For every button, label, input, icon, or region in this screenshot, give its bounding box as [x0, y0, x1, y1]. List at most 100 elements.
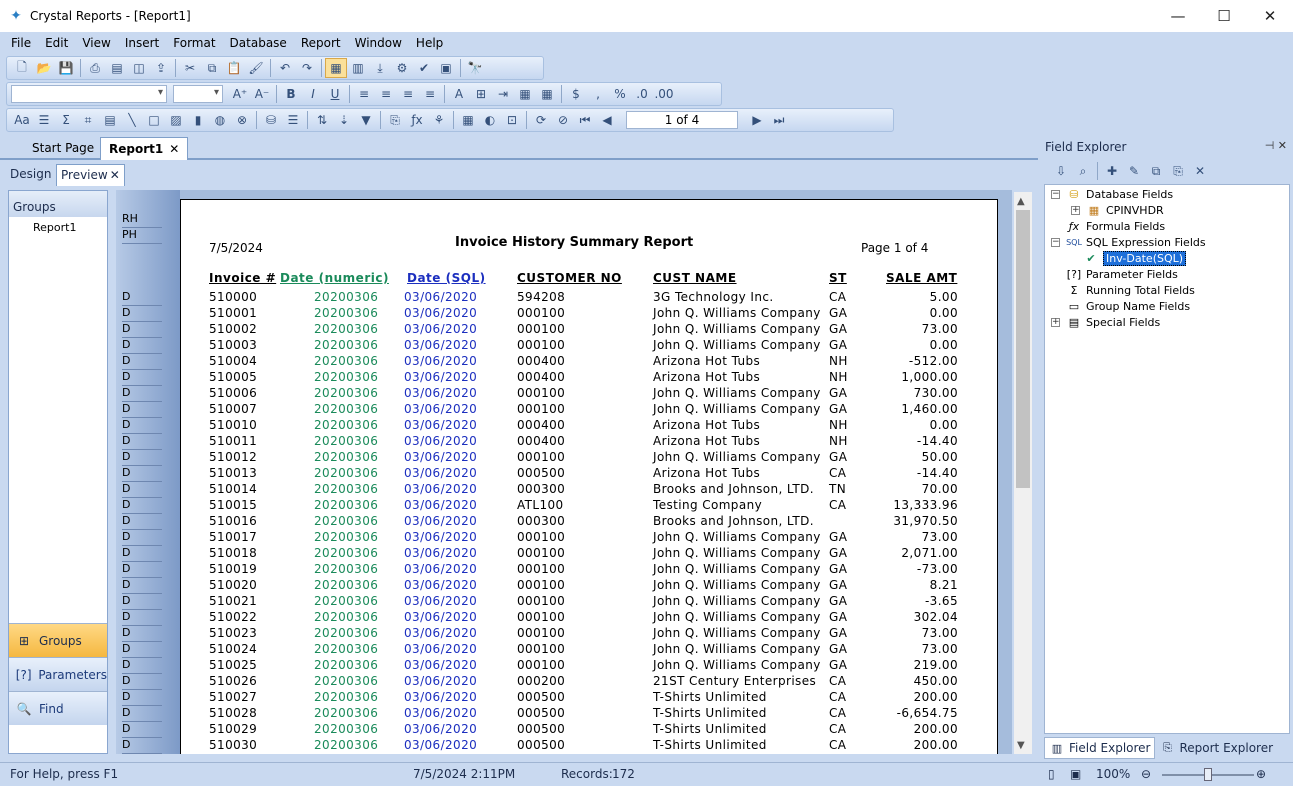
section-detail[interactable]: D: [122, 466, 162, 482]
invoice-cell[interactable]: 510020: [209, 578, 257, 592]
customer-no-cell[interactable]: 000500: [517, 722, 565, 736]
cust-name-cell[interactable]: John Q. Williams Company: [653, 562, 821, 576]
cust-name-cell[interactable]: 21ST Century Enterprises: [653, 674, 816, 688]
sale-amt-cell[interactable]: 302.04: [914, 610, 958, 624]
section-detail[interactable]: D: [122, 674, 162, 690]
sale-amt-cell[interactable]: 50.00: [922, 450, 958, 464]
parameters-button[interactable]: [?] Parameters: [9, 657, 107, 691]
copy-icon[interactable]: ⧉: [201, 58, 223, 78]
customer-no-cell[interactable]: 000500: [517, 706, 565, 720]
section-detail[interactable]: D: [122, 482, 162, 498]
state-cell[interactable]: NH: [829, 354, 848, 368]
date-numeric-cell[interactable]: 20200306: [314, 626, 378, 640]
date-sql-cell[interactable]: 03/06/2020: [404, 626, 477, 640]
sale-amt-cell[interactable]: 450.00: [914, 674, 958, 688]
menu-report[interactable]: Report: [294, 36, 348, 50]
invoice-cell[interactable]: 510011: [209, 434, 257, 448]
customer-no-cell[interactable]: 000100: [517, 546, 565, 560]
close-button[interactable]: ✕: [1247, 0, 1293, 32]
report-page-number[interactable]: Page 1 of 4: [861, 241, 928, 255]
state-cell[interactable]: CA: [829, 722, 846, 736]
date-numeric-cell[interactable]: 20200306: [314, 562, 378, 576]
date-sql-cell[interactable]: 03/06/2020: [404, 514, 477, 528]
sale-amt-cell[interactable]: 1,460.00: [901, 402, 958, 416]
date-numeric-cell[interactable]: 20200306: [314, 578, 378, 592]
invoice-cell[interactable]: 510010: [209, 418, 257, 432]
section-detail[interactable]: D: [122, 290, 162, 306]
invoice-cell[interactable]: 510005: [209, 370, 257, 384]
increase-font-icon[interactable]: A⁺: [229, 84, 251, 104]
sale-amt-cell[interactable]: -6,654.75: [897, 706, 958, 720]
cust-name-cell[interactable]: Arizona Hot Tubs: [653, 466, 760, 480]
cust-name-cell[interactable]: T-Shirts Unlimited: [653, 706, 767, 720]
customer-no-cell[interactable]: 000100: [517, 658, 565, 672]
sale-amt-cell[interactable]: -3.65: [925, 594, 958, 608]
align-right-icon[interactable]: ≡: [397, 84, 419, 104]
date-numeric-cell[interactable]: 20200306: [314, 642, 378, 656]
date-numeric-cell[interactable]: 20200306: [314, 514, 378, 528]
section-detail[interactable]: D: [122, 514, 162, 530]
state-cell[interactable]: CA: [829, 738, 846, 752]
customer-no-cell[interactable]: 000100: [517, 562, 565, 576]
tab-report-explorer[interactable]: ⎘ Report Explorer: [1155, 737, 1277, 759]
last-page-icon[interactable]: ⏭: [768, 110, 790, 130]
tab-field-explorer[interactable]: ▥ Field Explorer: [1044, 737, 1156, 759]
date-sql-cell[interactable]: 03/06/2020: [404, 306, 477, 320]
date-numeric-cell[interactable]: 20200306: [314, 466, 378, 480]
state-cell[interactable]: GA: [829, 562, 847, 576]
customer-no-cell[interactable]: 000400: [517, 370, 565, 384]
cust-name-cell[interactable]: Arizona Hot Tubs: [653, 434, 760, 448]
tree-node-inv-date-sql[interactable]: ✔ Inv-Date(SQL): [1083, 250, 1187, 266]
state-cell[interactable]: GA: [829, 642, 847, 656]
customer-no-cell[interactable]: 000100: [517, 306, 565, 320]
date-numeric-cell[interactable]: 20200306: [314, 418, 378, 432]
date-numeric-cell[interactable]: 20200306: [314, 594, 378, 608]
cust-name-cell[interactable]: Arizona Hot Tubs: [653, 418, 760, 432]
section-detail[interactable]: D: [122, 338, 162, 354]
database-expert-icon[interactable]: ⛁: [260, 110, 282, 130]
column-header-invoice[interactable]: Invoice #: [209, 271, 276, 285]
underline-icon[interactable]: U: [324, 84, 346, 104]
tree-node-database-fields[interactable]: − ⛁ Database Fields: [1051, 186, 1173, 202]
state-cell[interactable]: CA: [829, 290, 846, 304]
open-icon[interactable]: 📂: [33, 58, 55, 78]
section-detail[interactable]: D: [122, 562, 162, 578]
cust-name-cell[interactable]: Testing Company: [653, 498, 762, 512]
invoice-cell[interactable]: 510024: [209, 642, 257, 656]
sale-amt-cell[interactable]: 0.00: [930, 418, 958, 432]
sale-amt-cell[interactable]: 73.00: [922, 322, 958, 336]
cust-name-cell[interactable]: Brooks and Johnson, LTD.: [653, 482, 814, 496]
cut-icon[interactable]: ✂: [179, 58, 201, 78]
state-cell[interactable]: GA: [829, 546, 847, 560]
customer-no-cell[interactable]: 000100: [517, 578, 565, 592]
date-sql-cell[interactable]: 03/06/2020: [404, 370, 477, 384]
column-header-st[interactable]: ST: [829, 271, 847, 285]
date-numeric-cell[interactable]: 20200306: [314, 402, 378, 416]
state-cell[interactable]: GA: [829, 450, 847, 464]
state-cell[interactable]: GA: [829, 626, 847, 640]
sale-amt-cell[interactable]: 2,071.00: [901, 546, 958, 560]
decrease-font-icon[interactable]: A⁻: [251, 84, 273, 104]
date-numeric-cell[interactable]: 20200306: [314, 658, 378, 672]
cust-name-cell[interactable]: John Q. Williams Company: [653, 530, 821, 544]
state-cell[interactable]: GA: [829, 578, 847, 592]
font-name-combo[interactable]: [11, 85, 167, 103]
sale-amt-cell[interactable]: -512.00: [909, 354, 958, 368]
customer-no-cell[interactable]: 000400: [517, 418, 565, 432]
save-icon[interactable]: 💾: [55, 58, 77, 78]
date-sql-cell[interactable]: 03/06/2020: [404, 338, 477, 352]
date-sql-cell[interactable]: 03/06/2020: [404, 658, 477, 672]
cust-name-cell[interactable]: John Q. Williams Company: [653, 450, 821, 464]
group-tree-item[interactable]: Report1: [9, 217, 107, 234]
section-detail[interactable]: D: [122, 530, 162, 546]
date-numeric-cell[interactable]: 20200306: [314, 674, 378, 688]
tab-report1[interactable]: Report1 ✕: [100, 137, 189, 160]
customer-no-cell[interactable]: 000500: [517, 690, 565, 704]
insert-box-icon[interactable]: □: [143, 110, 165, 130]
invoice-cell[interactable]: 510006: [209, 386, 257, 400]
group-expert-icon[interactable]: ⚙: [391, 58, 413, 78]
customer-no-cell[interactable]: 000200: [517, 674, 565, 688]
lock-format-icon[interactable]: ▦: [514, 84, 536, 104]
invoice-cell[interactable]: 510014: [209, 482, 257, 496]
minimize-button[interactable]: —: [1155, 0, 1201, 32]
